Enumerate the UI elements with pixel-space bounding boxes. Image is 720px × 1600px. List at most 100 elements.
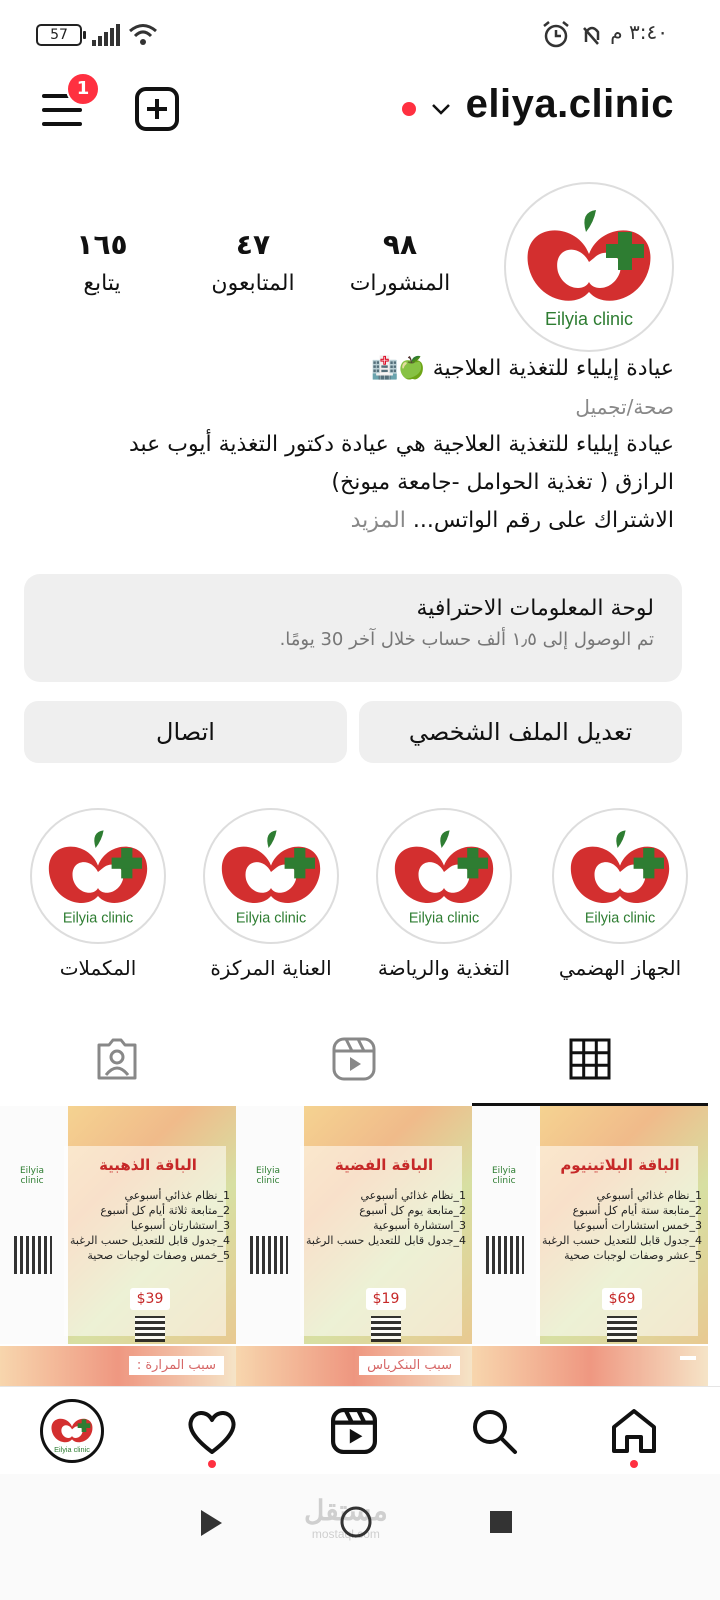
nav-home[interactable] xyxy=(602,1399,666,1463)
post-price: $69 xyxy=(602,1288,642,1310)
create-post-button[interactable] xyxy=(135,87,179,131)
post-logo: Eilyia clinic xyxy=(19,1166,45,1186)
post-line: 2_متابعة ثلاثة أيام كل أسبوع xyxy=(100,1204,230,1217)
followers-count-label: المتابعون xyxy=(211,271,295,296)
clinic-logo-text: Eilyia clinic xyxy=(545,309,633,329)
post-platinum[interactable]: الباقة البلاتينيوم 1_نظام غذائي أسبوعي 2… xyxy=(472,1106,708,1344)
dashboard-title: لوحة المعلومات الاحترافية xyxy=(416,596,654,621)
profile-header: 1 eliya.clinic xyxy=(0,70,720,150)
highlight-label: التغذية والرياضة xyxy=(377,956,511,980)
status-bar: 57 ٣:٤٠ م xyxy=(0,0,720,70)
post-logo: Eilyia clinic xyxy=(255,1166,281,1186)
activity-notification-dot xyxy=(208,1460,216,1468)
battery-icon: 57 xyxy=(36,24,86,46)
profile-name: عيادة إيلياء للتغذية العلاجية 🍏🏥 xyxy=(370,356,674,381)
bio-line-2: الرازق ( تغذية الحوامل -جامعة ميونخ) xyxy=(331,470,674,495)
post-line: 3_خمس استشارات أسبوعيا xyxy=(573,1219,702,1232)
profile-tabs xyxy=(0,1016,720,1106)
chevron-down-icon[interactable] xyxy=(430,98,452,120)
wifi-icon xyxy=(129,24,157,45)
highlight-logo-text: Eilyia clinic xyxy=(236,910,306,926)
posts-count-label: المنشورات xyxy=(349,271,451,296)
clinic-logo: Eilyia clinic xyxy=(394,830,494,926)
highlight-cover: Eilyia clinic xyxy=(376,808,512,944)
post-line: 1_نظام غذائي أسبوعي xyxy=(360,1189,466,1202)
post-caption: سبب المرارة : xyxy=(128,1356,224,1375)
post-logo: Eilyia clinic xyxy=(491,1166,517,1186)
qr-code xyxy=(371,1316,401,1342)
bio-line-3: الاشتراك على رقم الواتس... xyxy=(412,508,674,533)
following-count[interactable]: ١٦٥ يتابع xyxy=(56,228,148,296)
highlight-nutrition-sport[interactable]: Eilyia clinic التغذية والرياضة xyxy=(374,808,514,980)
posts-grid: الباقة البلاتينيوم 1_نظام غذائي أسبوعي 2… xyxy=(0,1106,720,1392)
posts-count[interactable]: ٩٨ المنشورات xyxy=(346,228,454,296)
qr-code xyxy=(14,1236,52,1274)
highlight-label: الجهاز الهضمي xyxy=(558,956,682,980)
post-line: 1_نظام غذائي أسبوعي xyxy=(124,1189,230,1202)
bio-line-1: عيادة إيلياء للتغذية العلاجية هي عيادة د… xyxy=(128,432,674,457)
nav-profile[interactable]: Eilyia clinic xyxy=(40,1399,104,1463)
post-line: 2_متابعة يوم كل أسبوع xyxy=(359,1204,466,1217)
profile-category: صحة/تجميل xyxy=(575,395,674,419)
post-line: 4_جدول قابل للتعديل حسب الرغبة xyxy=(305,1234,466,1247)
dashboard-subtitle: تم الوصول إلى ١٫٥ ألف حساب خلال آخر 30 ي… xyxy=(279,629,654,650)
nav-logo-text: Eilyia clinic xyxy=(54,1445,90,1454)
bio-more-link[interactable]: المزيد xyxy=(351,508,406,533)
post-line: 3_استشارة أسبوعية xyxy=(373,1219,466,1232)
tab-tagged[interactable] xyxy=(0,1016,236,1106)
post-text: 1_نظام غذائي أسبوعي 2_متابعة ثلاثة أيام … xyxy=(62,1188,230,1263)
tab-reels[interactable] xyxy=(236,1016,472,1106)
account-notification-dot xyxy=(402,102,416,116)
qr-code xyxy=(607,1316,637,1342)
nav-reels[interactable] xyxy=(322,1399,386,1463)
qr-code xyxy=(135,1316,165,1342)
highlight-cover: Eilyia clinic xyxy=(203,808,339,944)
alarm-icon xyxy=(543,21,600,48)
highlight-logo-text: Eilyia clinic xyxy=(585,910,655,926)
post-line: 1_نظام غذائي أسبوعي xyxy=(596,1189,702,1202)
grid-icon xyxy=(569,1038,611,1080)
post-title: الباقة البلاتينيوم xyxy=(560,1156,680,1174)
home-notification-dot xyxy=(630,1460,638,1468)
recents-square-icon[interactable] xyxy=(488,1509,514,1535)
post-silver[interactable]: الباقة الفضية 1_نظام غذائي أسبوعي 2_متاب… xyxy=(236,1106,472,1344)
highlight-label: المكملات xyxy=(59,956,137,980)
clinic-logo: Eilyia clinic xyxy=(48,830,148,926)
profile-bio: عيادة إيلياء للتغذية العلاجية 🍏🏥 صحة/تجم… xyxy=(34,350,674,540)
highlight-digestive[interactable]: Eilyia clinic الجهاز الهضمي xyxy=(550,808,690,980)
professional-dashboard[interactable]: لوحة المعلومات الاحترافية تم الوصول إلى … xyxy=(24,574,682,682)
tab-grid[interactable] xyxy=(472,1016,708,1106)
highlight-intensive-care[interactable]: Eilyia clinic العناية المركزة xyxy=(201,808,341,980)
home-circle-icon[interactable] xyxy=(338,1504,374,1540)
clinic-logo: Eilyia clinic xyxy=(221,830,321,926)
followers-count[interactable]: ٤٧ المتابعون xyxy=(198,228,308,296)
highlight-logo-text: Eilyia clinic xyxy=(63,910,133,926)
heart-icon xyxy=(188,1411,236,1454)
post-price: $39 xyxy=(130,1288,170,1310)
followers-count-number: ٤٧ xyxy=(235,228,271,261)
system-navigation-bar: مستقل mostaql.com xyxy=(0,1474,720,1600)
back-triangle-icon[interactable] xyxy=(198,1508,224,1538)
profile-avatar[interactable]: Eilyia clinic xyxy=(504,182,674,352)
highlight-supplements[interactable]: Eilyia clinic المكملات xyxy=(28,808,168,980)
post-text: 1_نظام غذائي أسبوعي 2_متابعة ستة أيام كل… xyxy=(534,1188,702,1263)
post-title: الباقة الفضية xyxy=(334,1156,434,1174)
post-gold[interactable]: الباقة الذهبية 1_نظام غذائي أسبوعي 2_متا… xyxy=(0,1106,236,1344)
qr-code xyxy=(250,1236,288,1274)
post-line: 5_خمس وصفات لوجبات صحية xyxy=(87,1249,230,1262)
post-title: الباقة الذهبية xyxy=(99,1156,197,1174)
account-switcher-username[interactable]: eliya.clinic xyxy=(466,82,674,127)
nav-activity[interactable] xyxy=(180,1399,244,1463)
post-caption: سبب البنكرياس xyxy=(359,1356,460,1375)
reels-icon xyxy=(331,1408,377,1454)
edit-profile-button[interactable]: تعديل الملف الشخصي xyxy=(359,701,682,763)
search-icon xyxy=(473,1410,517,1454)
posts-count-number: ٩٨ xyxy=(382,228,418,261)
tagged-person-icon xyxy=(97,1038,137,1080)
post-line: 5_عشر وصفات لوجبات صحية xyxy=(564,1249,702,1262)
nav-search[interactable] xyxy=(462,1399,526,1463)
contact-button[interactable]: اتصال xyxy=(24,701,347,763)
reels-icon xyxy=(332,1037,376,1081)
post-line: 4_جدول قابل للتعديل حسب الرغبة xyxy=(69,1234,230,1247)
signal-icon xyxy=(92,24,120,46)
